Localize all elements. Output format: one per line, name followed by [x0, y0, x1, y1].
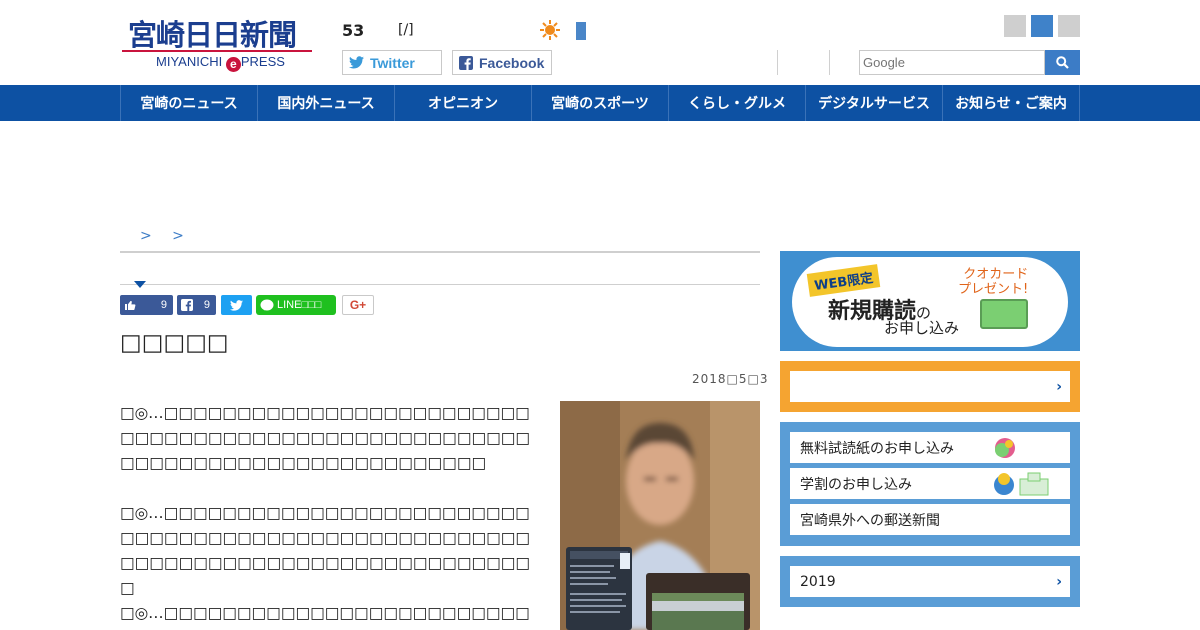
- search-icon: [1056, 56, 1069, 69]
- nav-item-miyazaki-news[interactable]: 宮崎のニュース: [121, 85, 258, 121]
- article-paragraph: □◎…□□□□□□□□□□□□□□□□□□□□□□□□□□□□□□□□□□□□□…: [120, 404, 531, 472]
- divider: [120, 251, 760, 253]
- google-plus-button[interactable]: G+: [342, 295, 374, 315]
- like-count: 9: [160, 299, 167, 311]
- divider-marker: [134, 281, 146, 288]
- mail-delivery-link[interactable]: 宮崎県外への郵送新聞: [790, 504, 1070, 535]
- nav-item-digital[interactable]: デジタルサービス: [806, 85, 943, 121]
- facebook-label: Facebook: [479, 54, 545, 71]
- breadcrumb[interactable]: > >: [140, 228, 192, 244]
- student-discount-link[interactable]: 学割のお申し込み: [790, 468, 1070, 499]
- logo-subtitle: MIYANICHI e PRESS: [156, 54, 285, 72]
- orange-link[interactable]: ›: [790, 371, 1070, 402]
- article-title: □□□□□: [120, 330, 229, 356]
- mascot-icon: [995, 438, 1015, 458]
- share-count: 9: [203, 299, 210, 311]
- font-size-large-button[interactable]: [1058, 15, 1080, 37]
- subscription-banner[interactable]: WEB限定 新規購読の お申し込み クオカード プレゼント!: [780, 251, 1080, 351]
- chevron-right-icon: ›: [1056, 378, 1062, 395]
- nav-item-lifestyle[interactable]: くらし・グルメ: [669, 85, 806, 121]
- archive-box: 2019 ›: [780, 556, 1080, 607]
- nav-item-notices[interactable]: お知らせ・ご案内: [943, 85, 1080, 121]
- site-logo[interactable]: 宮崎日日新聞 MIYANICHI e PRESS: [122, 12, 314, 72]
- logo-sub-suffix: PRESS: [240, 54, 285, 69]
- facebook-icon: [181, 299, 193, 311]
- facebook-share-button[interactable]: 9: [177, 295, 216, 315]
- nav-item-opinion[interactable]: オピニオン: [395, 85, 532, 121]
- main-nav: 宮崎のニュース 国内外ニュース オピニオン 宮崎のスポーツ くらし・グルメ デジ…: [0, 85, 1200, 121]
- facebook-button[interactable]: Facebook: [452, 50, 552, 75]
- issue-date: [/]: [398, 22, 414, 38]
- quo-card-illustration: [980, 299, 1028, 329]
- logo-title: 宮崎日日新聞: [128, 18, 297, 52]
- banner-subtitle: お申し込み: [884, 319, 960, 337]
- archive-year-link[interactable]: 2019 ›: [790, 566, 1070, 597]
- header-divider: [777, 50, 778, 75]
- twitter-icon: [349, 56, 364, 69]
- font-size-medium-button[interactable]: [1031, 15, 1053, 37]
- page: 宮崎日日新聞 MIYANICHI e PRESS 53 [/] Twitter F…: [0, 0, 1200, 630]
- photo-illustration: [560, 401, 760, 630]
- line-label: LINE□□□: [277, 299, 322, 311]
- free-trial-link[interactable]: 無料試読紙のお申し込み: [790, 432, 1070, 463]
- mascot-school-icon: [994, 472, 1049, 496]
- banner-present-text: クオカード プレゼント!: [958, 267, 1029, 297]
- nav-item-national-news[interactable]: 国内外ニュース: [258, 85, 395, 121]
- logo-underline: [122, 50, 312, 52]
- logo-sub-prefix: MIYANICHI: [156, 54, 223, 69]
- twitter-icon: [230, 299, 243, 311]
- line-icon: [260, 299, 274, 311]
- line-share-button[interactable]: LINE□□□: [256, 295, 336, 315]
- twitter-label: Twitter: [370, 54, 415, 71]
- service-links-box: 無料試読紙のお申し込み 学割のお申し込み 宮崎県外への郵送新聞: [780, 422, 1080, 546]
- font-size-small-button[interactable]: [1004, 15, 1026, 37]
- twitter-button[interactable]: Twitter: [342, 50, 442, 75]
- archive-year-label: 2019: [800, 573, 836, 590]
- thumbs-up-icon: [125, 301, 136, 310]
- header-divider: [829, 50, 830, 75]
- mail-delivery-label: 宮崎県外への郵送新聞: [800, 512, 940, 529]
- nav-item-sports[interactable]: 宮崎のスポーツ: [532, 85, 669, 121]
- logo-e-mark: e: [225, 57, 241, 72]
- search-button[interactable]: [1045, 50, 1080, 75]
- weather-indicator: [576, 22, 586, 40]
- article-paragraph: □◎…□□□□□□□□□□□□□□□□□□□□□□□□□□□□□□□□□□□□□…: [120, 504, 531, 597]
- google-plus-label: G+: [349, 298, 367, 312]
- student-discount-label: 学割のお申し込み: [800, 476, 912, 493]
- nav-list: 宮崎のニュース 国内外ニュース オピニオン 宮崎のスポーツ くらし・グルメ デジ…: [120, 85, 1080, 121]
- facebook-icon: [459, 55, 473, 70]
- issue-number: 53: [342, 21, 365, 40]
- chevron-right-icon: ›: [1056, 573, 1062, 590]
- article-date: 2018□5□3: [692, 372, 769, 386]
- free-trial-label: 無料試読紙のお申し込み: [800, 440, 954, 457]
- article-photo[interactable]: [560, 401, 760, 630]
- orange-link-box: ›: [780, 361, 1080, 412]
- article-paragraph: □◎…□□□□□□□□□□□□□□□□□□□□□□□□□: [120, 604, 530, 622]
- divider: [120, 284, 760, 285]
- twitter-share-button[interactable]: [221, 295, 252, 315]
- search-input[interactable]: [859, 50, 1045, 75]
- sun-icon: [540, 20, 560, 40]
- facebook-like-button[interactable]: 9: [120, 295, 173, 315]
